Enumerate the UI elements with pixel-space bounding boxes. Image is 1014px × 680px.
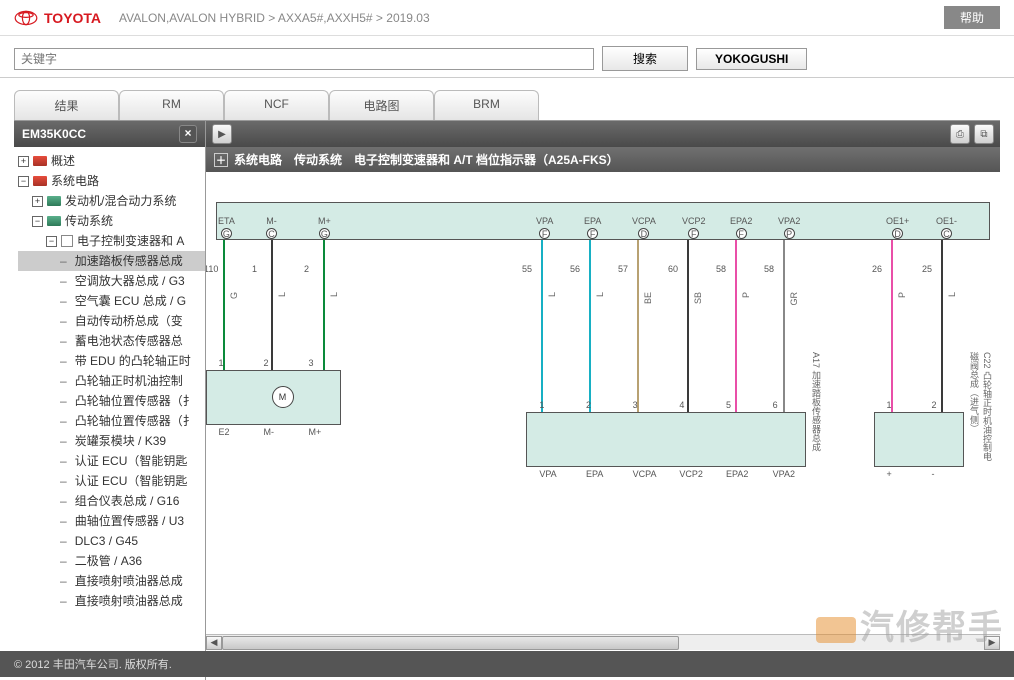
scroll-right-icon[interactable]: ▶: [984, 636, 1000, 650]
tree-node[interactable]: –加速踏板传感器总成: [18, 251, 205, 271]
sidebar-close-icon[interactable]: ×: [179, 125, 197, 143]
tree-node[interactable]: −传动系统: [18, 211, 205, 231]
nav-tree: +概述−系统电路+发动机/混合动力系统−传动系统−电子控制变速器和 A–加速踏板…: [14, 147, 205, 680]
expand-icon[interactable]: ＋: [214, 153, 228, 167]
breadcrumb: AVALON,AVALON HYBRID > AXXA5#,AXXH5# > 2…: [119, 11, 430, 25]
tab-BRM[interactable]: BRM: [434, 90, 539, 120]
open-window-button[interactable]: ⧉: [974, 124, 994, 144]
tree-node[interactable]: +发动机/混合动力系统: [18, 191, 205, 211]
wiring-diagram[interactable]: A63(F),C75(G),C76(H) ECMETA110GM-1CM+2GV…: [206, 172, 1000, 634]
tree-node[interactable]: –认证 ECU（智能钥匙: [18, 471, 205, 491]
tree-node[interactable]: –曲轴位置传感器 / U3: [18, 511, 205, 531]
help-button[interactable]: 帮助: [944, 6, 1000, 29]
tab-RM[interactable]: RM: [119, 90, 224, 120]
tree-node[interactable]: –自动传动桥总成（变: [18, 311, 205, 331]
tree-node[interactable]: –空调放大器总成 / G3: [18, 271, 205, 291]
search-input[interactable]: [14, 48, 594, 70]
tree-node[interactable]: –凸轮轴位置传感器（扌: [18, 391, 205, 411]
diagram-title: 系统电路 传动系统 电子控制变速器和 A/T 档位指示器（A25A-FKS）: [234, 151, 619, 168]
tree-node[interactable]: –DLC3 / G45: [18, 531, 205, 551]
tree-node[interactable]: +概述: [18, 151, 205, 171]
tree-node[interactable]: –带 EDU 的凸轮轴正时: [18, 351, 205, 371]
tree-node[interactable]: –炭罐泵模块 / K39: [18, 431, 205, 451]
tree-node[interactable]: –组合仪表总成 / G16: [18, 491, 205, 511]
yokogushi-button[interactable]: YOKOGUSHI: [696, 48, 807, 70]
brand-logo: TOYOTA: [14, 10, 101, 26]
tree-node[interactable]: –认证 ECU（智能钥匙: [18, 451, 205, 471]
brand-text: TOYOTA: [44, 10, 101, 26]
doc-code: EM35K0CC: [22, 127, 86, 141]
tree-node[interactable]: −电子控制变速器和 A: [18, 231, 205, 251]
tree-node[interactable]: –凸轮轴正时机油控制: [18, 371, 205, 391]
tree-node[interactable]: −系统电路: [18, 171, 205, 191]
scroll-left-icon[interactable]: ◀: [206, 636, 222, 650]
horizontal-scrollbar[interactable]: ◀ ▶: [206, 634, 1000, 650]
tree-node[interactable]: –蓄电池状态传感器总: [18, 331, 205, 351]
tab-结果[interactable]: 结果: [14, 90, 119, 120]
print-button[interactable]: ⎙: [950, 124, 970, 144]
footer-copyright: © 2012 丰田汽车公司. 版权所有.: [0, 651, 1014, 677]
tab-NCF[interactable]: NCF: [224, 90, 329, 120]
tree-node[interactable]: –二极管 / A36: [18, 551, 205, 571]
play-button[interactable]: ▶: [212, 124, 232, 144]
tab-电路图[interactable]: 电路图: [329, 90, 434, 120]
tree-node[interactable]: –凸轮轴位置传感器（扌: [18, 411, 205, 431]
scroll-thumb[interactable]: [222, 636, 679, 650]
search-button[interactable]: 搜索: [602, 46, 688, 71]
tree-node[interactable]: –直接喷射喷油器总成: [18, 571, 205, 591]
tree-node[interactable]: –空气囊 ECU 总成 / G: [18, 291, 205, 311]
tree-node[interactable]: –直接喷射喷油器总成: [18, 591, 205, 611]
